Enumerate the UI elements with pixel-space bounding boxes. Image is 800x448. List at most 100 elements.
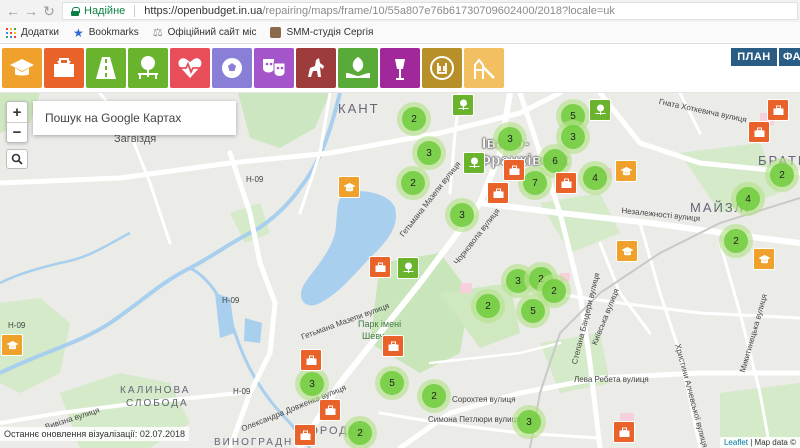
- cluster-marker[interactable]: 5: [375, 366, 409, 400]
- project-marker-education[interactable]: [1, 334, 23, 356]
- project-marker-repair[interactable]: [382, 335, 404, 357]
- emblem-icon: [430, 56, 454, 80]
- browser-address-bar: ← → ↻ Надійне https://openbudget.in.ua/r…: [0, 0, 800, 22]
- map-search-button[interactable]: [6, 149, 28, 169]
- apps-icon: [6, 27, 16, 38]
- leaflet-link[interactable]: Leaflet: [724, 438, 748, 447]
- bookmark-smm[interactable]: SMM-студія Сергія: [270, 27, 373, 38]
- cluster-marker[interactable]: 2: [417, 379, 451, 413]
- cluster-marker[interactable]: 2: [396, 166, 430, 200]
- map-view[interactable]: КАНТ Загвіздя Івано- Франківськ БРАТИ МА…: [0, 93, 800, 448]
- graduation-cap-icon: [6, 340, 18, 349]
- map-label-street: Симона Петлюри вулиця: [428, 415, 521, 424]
- playground-icon: [474, 58, 495, 79]
- cluster-count: 5: [380, 371, 404, 395]
- map-label-vynogradni: ВИНОГРАДНІ: [214, 437, 299, 448]
- project-marker-repair[interactable]: [503, 159, 525, 181]
- forward-arrow-icon[interactable]: →: [22, 2, 40, 20]
- cluster-marker[interactable]: 2: [397, 102, 431, 136]
- zoom-out-button[interactable]: −: [7, 122, 27, 142]
- category-parks[interactable]: [128, 48, 168, 88]
- project-marker-parks[interactable]: [589, 99, 611, 121]
- category-filter-bar: [0, 44, 800, 93]
- cluster-marker[interactable]: 4: [578, 161, 612, 195]
- cluster-count: 5: [521, 299, 545, 323]
- category-lighting[interactable]: [380, 48, 420, 88]
- category-education[interactable]: [2, 48, 42, 88]
- project-marker-education[interactable]: [616, 240, 638, 262]
- project-marker-repair[interactable]: [319, 399, 341, 421]
- category-health[interactable]: [170, 48, 210, 88]
- map-label-road: Н-09: [222, 296, 240, 305]
- cluster-marker[interactable]: 2: [471, 289, 505, 323]
- category-repair[interactable]: [44, 48, 84, 88]
- project-marker-repair[interactable]: [555, 172, 577, 194]
- bookmark-bookmarks[interactable]: ★ Bookmarks: [73, 26, 139, 40]
- toolbox-icon: [306, 355, 316, 365]
- cluster-marker[interactable]: 2: [765, 158, 799, 192]
- horseman-icon: [308, 58, 324, 77]
- map-label-street: Лева Ребета вулиця: [574, 375, 649, 384]
- ball-icon: [222, 58, 242, 78]
- tab-fact[interactable]: ФА: [779, 48, 800, 66]
- divider: [134, 5, 136, 17]
- toolbox-icon: [325, 405, 335, 415]
- cluster-marker[interactable]: 3: [295, 367, 329, 401]
- category-public[interactable]: [422, 48, 462, 88]
- cluster-count: 3: [300, 372, 324, 396]
- category-history[interactable]: [296, 48, 336, 88]
- project-marker-education[interactable]: [615, 160, 637, 182]
- bookmark-apps[interactable]: Додатки: [6, 27, 59, 38]
- category-ecology[interactable]: [338, 48, 378, 88]
- category-roads[interactable]: [86, 48, 126, 88]
- category-playground[interactable]: [464, 48, 504, 88]
- cluster-marker[interactable]: 4: [731, 182, 765, 216]
- toolbox-icon: [754, 127, 764, 137]
- project-marker-parks[interactable]: [397, 257, 419, 279]
- cluster-marker[interactable]: 3: [445, 198, 479, 232]
- cluster-marker[interactable]: 2: [719, 224, 753, 258]
- cluster-marker[interactable]: 2: [343, 416, 377, 448]
- graduation-cap-icon: [343, 182, 355, 191]
- cluster-count: 2: [476, 294, 500, 318]
- project-marker-repair[interactable]: [748, 121, 770, 143]
- project-marker-repair[interactable]: [613, 421, 635, 443]
- zoom-in-button[interactable]: +: [7, 102, 27, 122]
- map-label-kant: КАНТ: [338, 101, 380, 116]
- project-marker-parks[interactable]: [452, 94, 474, 116]
- project-marker-repair[interactable]: [300, 349, 322, 371]
- project-marker-education[interactable]: [338, 176, 360, 198]
- map-data-credit: | Map data ©: [748, 438, 796, 447]
- map-attribution: Leaflet | Map data ©: [719, 437, 800, 448]
- cluster-count: 2: [401, 171, 425, 195]
- cluster-marker[interactable]: 5: [516, 294, 550, 328]
- category-sport[interactable]: [212, 48, 252, 88]
- project-marker-repair[interactable]: [294, 424, 316, 446]
- project-marker-parks[interactable]: [463, 152, 485, 174]
- bookmark-official-site[interactable]: ⚖ Офіційний сайт міс: [153, 26, 257, 39]
- cluster-count: 3: [517, 410, 541, 434]
- google-maps-search-input[interactable]: Пошук на Google Картах: [33, 101, 236, 135]
- toolbox-icon: [300, 430, 310, 440]
- project-marker-repair[interactable]: [767, 99, 789, 121]
- tree-bench-icon: [469, 157, 479, 168]
- project-marker-repair[interactable]: [487, 182, 509, 204]
- url-field[interactable]: Надійне https://openbudget.in.ua/repairi…: [62, 2, 798, 20]
- bookmarks-bar: Додатки ★ Bookmarks ⚖ Офіційний сайт міс…: [0, 22, 800, 44]
- project-marker-education[interactable]: [753, 248, 775, 270]
- map-label-park: Парк імені: [358, 319, 402, 329]
- project-marker-repair[interactable]: [369, 256, 391, 278]
- cluster-marker[interactable]: 3: [412, 136, 446, 170]
- cluster-marker[interactable]: 3: [512, 405, 546, 439]
- back-arrow-icon[interactable]: ←: [4, 2, 22, 20]
- category-culture[interactable]: [254, 48, 294, 88]
- cluster-count: 3: [450, 203, 474, 227]
- toolbox-icon: [619, 427, 629, 437]
- secure-label: Надійне: [84, 5, 126, 17]
- cluster-count: 2: [422, 384, 446, 408]
- tab-plan[interactable]: ПЛАН: [731, 48, 777, 66]
- cluster-marker[interactable]: 3: [493, 122, 527, 156]
- cluster-count: 2: [348, 421, 372, 445]
- flask-icon: ⚖: [152, 27, 163, 39]
- reload-icon[interactable]: ↻: [40, 2, 58, 20]
